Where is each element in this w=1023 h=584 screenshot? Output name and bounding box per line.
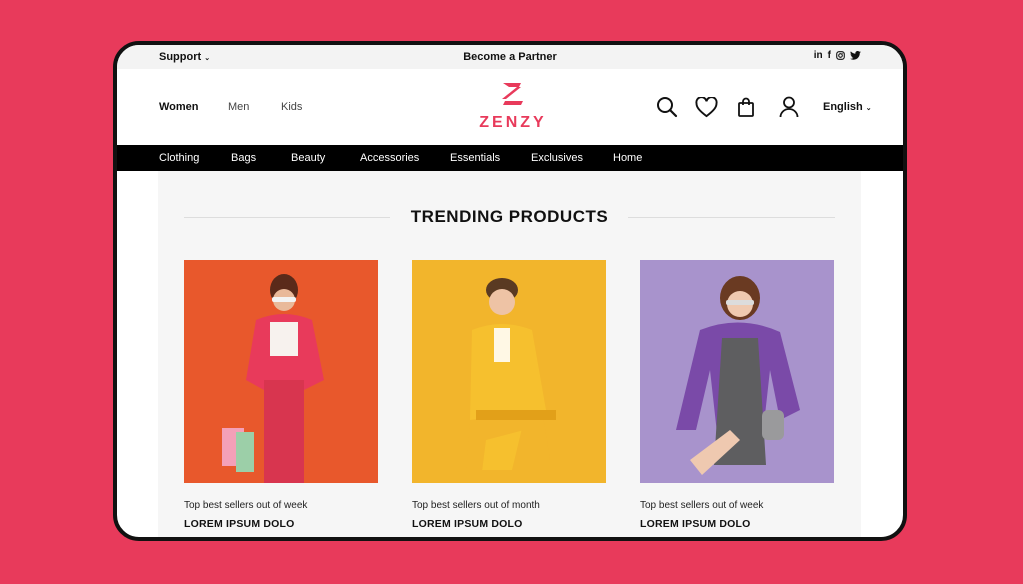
product-image[interactable]	[640, 260, 834, 483]
main-header: Women Men Kids ZENZY English ⌄	[117, 69, 903, 145]
language-selector[interactable]: English ⌄	[823, 101, 872, 113]
product-caption: Top best sellers out of month	[412, 500, 540, 511]
linkedin-icon[interactable]: in	[814, 50, 823, 61]
top-bar: Support ⌄ Become a Partner in f	[117, 45, 903, 69]
brand-name: ZENZY	[479, 114, 547, 131]
nav-exclusives[interactable]: Exclusives	[531, 152, 583, 164]
nav-bags[interactable]: Bags	[231, 152, 256, 164]
product-name[interactable]: LOREM IPSUM DOLO	[640, 518, 834, 530]
become-partner-link[interactable]: Become a Partner	[117, 51, 903, 63]
product-image[interactable]	[184, 260, 378, 483]
product-card[interactable]: Top best sellers out of week LOREM IPSUM…	[640, 260, 834, 530]
logo-mark-icon	[502, 83, 523, 105]
twitter-icon[interactable]	[850, 51, 861, 60]
instagram-icon[interactable]	[836, 51, 845, 60]
nav-essentials[interactable]: Essentials	[450, 152, 500, 164]
product-name[interactable]: LOREM IPSUM DOLO	[184, 518, 378, 530]
social-links: in f	[814, 50, 861, 61]
product-card[interactable]: Top best sellers out of week LOREM IPSUM…	[184, 260, 378, 530]
brand-logo[interactable]: ZENZY	[477, 81, 549, 132]
product-caption: Top best sellers out of week	[640, 500, 764, 511]
title-divider-right	[628, 217, 835, 218]
trending-section: TRENDING PRODUCTS Top best sellers out o…	[158, 171, 861, 537]
product-caption: Top best sellers out of week	[184, 500, 308, 511]
category-nav: Clothing Bags Beauty Accessories Essenti…	[117, 145, 903, 171]
chevron-down-icon: ⌄	[865, 105, 872, 112]
nav-men[interactable]: Men	[228, 101, 249, 113]
product-card[interactable]: Top best sellers out of month LOREM IPSU…	[412, 260, 606, 530]
device-frame: Support ⌄ Become a Partner in f Women Me…	[113, 41, 907, 541]
nav-women[interactable]: Women	[159, 101, 199, 113]
product-name[interactable]: LOREM IPSUM DOLO	[412, 518, 606, 530]
product-image[interactable]	[412, 260, 606, 483]
nav-beauty[interactable]: Beauty	[291, 152, 325, 164]
account-user-icon[interactable]	[777, 95, 801, 119]
nav-accessories[interactable]: Accessories	[360, 152, 419, 164]
wishlist-heart-icon[interactable]	[694, 95, 718, 119]
search-icon[interactable]	[655, 95, 679, 119]
nav-home[interactable]: Home	[613, 152, 642, 164]
facebook-icon[interactable]: f	[828, 50, 831, 61]
shopping-bag-icon[interactable]	[734, 95, 758, 119]
nav-kids[interactable]: Kids	[281, 101, 302, 113]
language-label: English	[823, 101, 863, 113]
nav-clothing[interactable]: Clothing	[159, 152, 199, 164]
